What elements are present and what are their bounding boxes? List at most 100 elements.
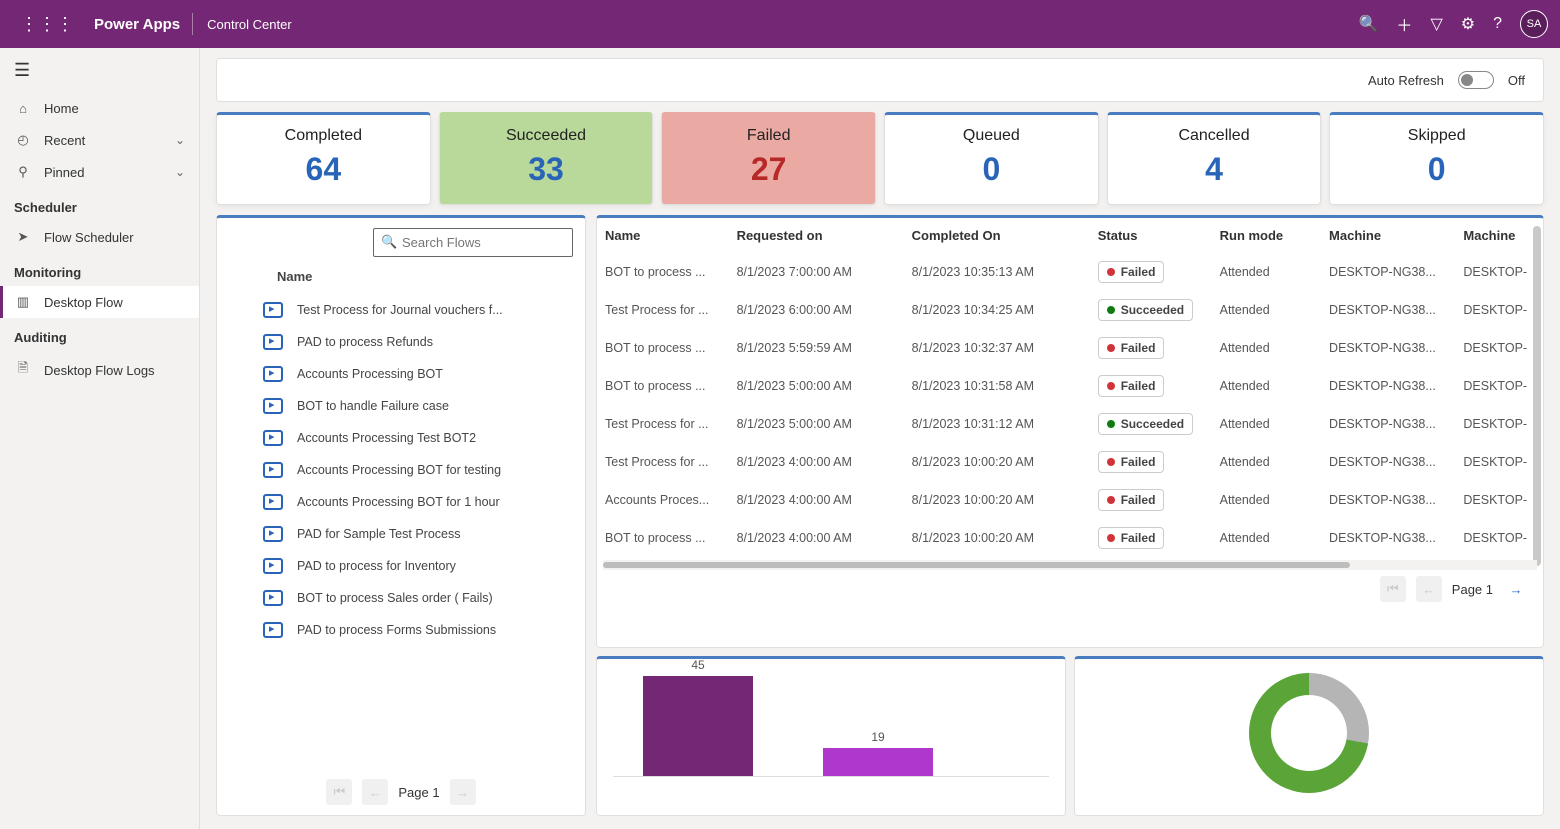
search-input[interactable] bbox=[373, 228, 573, 257]
app-name[interactable]: Power Apps bbox=[94, 16, 180, 33]
table-row[interactable]: BOT to process ...8/1/2023 5:59:59 AM8/1… bbox=[597, 329, 1543, 367]
kpi-skipped[interactable]: Skipped0 bbox=[1329, 112, 1544, 205]
cell-machine: DESKTOP-NG38... bbox=[1321, 291, 1455, 329]
hamburger-icon[interactable]: ☰ bbox=[0, 48, 199, 93]
help-icon[interactable]: ? bbox=[1493, 15, 1502, 33]
kpi-succeeded[interactable]: Succeeded33 bbox=[439, 112, 654, 205]
table-row[interactable]: Test Process for ...8/1/2023 5:00:00 AM8… bbox=[597, 405, 1543, 443]
cell-machine: DESKTOP-NG38... bbox=[1321, 367, 1455, 405]
status-badge: Succeeded bbox=[1098, 413, 1193, 435]
auto-refresh-bar: Auto Refresh Off bbox=[216, 58, 1544, 102]
cell-completed: 8/1/2023 10:32:37 AM bbox=[904, 329, 1090, 367]
cell-status: Failed bbox=[1090, 443, 1212, 481]
cell-completed: 8/1/2023 10:00:20 AM bbox=[904, 519, 1090, 557]
kpi-failed[interactable]: Failed27 bbox=[661, 112, 876, 205]
status-badge: Failed bbox=[1098, 489, 1165, 511]
kpi-value: 33 bbox=[440, 151, 653, 188]
flow-row[interactable]: Test Process for Journal vouchers f... bbox=[257, 294, 573, 326]
nav-section-auditing: Auditing bbox=[0, 318, 199, 351]
runs-table-card: NameRequested onCompleted OnStatusRun mo… bbox=[596, 215, 1544, 648]
cell-requested: 8/1/2023 5:00:00 AM bbox=[729, 405, 904, 443]
nav-item-home[interactable]: ⌂Home bbox=[0, 93, 199, 124]
flows-header: Name bbox=[217, 263, 585, 290]
col-name[interactable]: Name bbox=[597, 218, 729, 253]
nav-icon: ➤ bbox=[14, 229, 32, 245]
bar-1 bbox=[643, 676, 753, 776]
flow-row[interactable]: Accounts Processing BOT for 1 hour bbox=[257, 486, 573, 518]
table-row[interactable]: BOT to process ...8/1/2023 4:00:00 AM8/1… bbox=[597, 519, 1543, 557]
settings-icon[interactable]: ⚙ bbox=[1461, 14, 1475, 34]
flow-row[interactable]: Accounts Processing Test BOT2 bbox=[257, 422, 573, 454]
cell-name: Accounts Proces... bbox=[597, 481, 729, 519]
flow-row[interactable]: BOT to process Sales order ( Fails) bbox=[257, 582, 573, 614]
col-run-mode[interactable]: Run mode bbox=[1212, 218, 1321, 253]
table-row[interactable]: Test Process for ...8/1/2023 4:00:00 AM8… bbox=[597, 443, 1543, 481]
nav-icon: ◴ bbox=[14, 132, 32, 148]
kpi-row: Completed64Succeeded33Failed27Queued0Can… bbox=[216, 112, 1544, 205]
nav-label: Home bbox=[44, 101, 79, 116]
nav-item-flow-scheduler[interactable]: ➤Flow Scheduler bbox=[0, 221, 199, 253]
flow-name: Accounts Processing BOT for testing bbox=[297, 463, 501, 477]
cell-machine2: DESKTOP- bbox=[1455, 329, 1543, 367]
col-machine[interactable]: Machine bbox=[1321, 218, 1455, 253]
add-icon[interactable]: ＋ bbox=[1396, 12, 1412, 36]
cell-machine: DESKTOP-NG38... bbox=[1321, 481, 1455, 519]
nav-icon: ⚲ bbox=[14, 164, 32, 180]
nav-item-pinned[interactable]: ⚲Pinned⌄ bbox=[0, 156, 199, 188]
first-page-button[interactable]: ⏮ bbox=[326, 779, 352, 805]
prev-page-button[interactable]: ← bbox=[362, 779, 388, 805]
next-page-button[interactable]: → bbox=[450, 779, 476, 805]
auto-refresh-label: Auto Refresh bbox=[1368, 73, 1444, 88]
cell-completed: 8/1/2023 10:31:12 AM bbox=[904, 405, 1090, 443]
kpi-completed[interactable]: Completed64 bbox=[216, 112, 431, 205]
avatar[interactable]: SA bbox=[1520, 10, 1548, 38]
flow-list[interactable]: Test Process for Journal vouchers f... PA… bbox=[217, 290, 585, 769]
status-dot-icon bbox=[1107, 382, 1115, 390]
status-badge: Failed bbox=[1098, 375, 1165, 397]
prev-page-button[interactable]: ← bbox=[1416, 576, 1442, 602]
cell-runmode: Attended bbox=[1212, 481, 1321, 519]
cell-completed: 8/1/2023 10:35:13 AM bbox=[904, 253, 1090, 291]
search-icon[interactable]: 🔍 bbox=[1359, 14, 1379, 34]
table-row[interactable]: Test Process for ...8/1/2023 6:00:00 AM8… bbox=[597, 291, 1543, 329]
flow-row[interactable]: PAD to process for Inventory bbox=[257, 550, 573, 582]
cell-machine2: DESKTOP- bbox=[1455, 253, 1543, 291]
horizontal-scrollbar[interactable] bbox=[603, 560, 1537, 570]
status-dot-icon bbox=[1107, 496, 1115, 504]
flow-row[interactable]: Accounts Processing BOT bbox=[257, 358, 573, 390]
cell-machine: DESKTOP-NG38... bbox=[1321, 253, 1455, 291]
page-title: Control Center bbox=[207, 17, 292, 32]
nav-item-desktop-flow-logs[interactable]: 🗎Desktop Flow Logs bbox=[0, 351, 199, 389]
flow-name: Test Process for Journal vouchers f... bbox=[297, 303, 503, 317]
flow-name: PAD to process Refunds bbox=[297, 335, 433, 349]
col-requested-on[interactable]: Requested on bbox=[729, 218, 904, 253]
table-row[interactable]: BOT to process ...8/1/2023 5:00:00 AM8/1… bbox=[597, 367, 1543, 405]
kpi-cancelled[interactable]: Cancelled4 bbox=[1107, 112, 1322, 205]
nav-item-recent[interactable]: ◴Recent⌄ bbox=[0, 124, 199, 156]
filter-icon[interactable]: ▽ bbox=[1430, 14, 1442, 34]
col-machine[interactable]: Machine bbox=[1455, 218, 1543, 253]
waffle-icon[interactable]: ⋮⋮⋮ bbox=[12, 14, 82, 35]
auto-refresh-toggle[interactable] bbox=[1458, 71, 1494, 89]
col-status[interactable]: Status bbox=[1090, 218, 1212, 253]
runs-table: NameRequested onCompleted OnStatusRun mo… bbox=[597, 218, 1543, 557]
table-row[interactable]: Accounts Proces...8/1/2023 4:00:00 AM8/1… bbox=[597, 481, 1543, 519]
cell-runmode: Attended bbox=[1212, 519, 1321, 557]
flow-row[interactable]: PAD for Sample Test Process bbox=[257, 518, 573, 550]
cell-requested: 8/1/2023 4:00:00 AM bbox=[729, 519, 904, 557]
kpi-queued[interactable]: Queued0 bbox=[884, 112, 1099, 205]
cell-name: Test Process for ... bbox=[597, 443, 729, 481]
flow-row[interactable]: PAD to process Refunds bbox=[257, 326, 573, 358]
next-page-button[interactable]: → bbox=[1503, 576, 1529, 602]
flow-row[interactable]: Accounts Processing BOT for testing bbox=[257, 454, 573, 486]
nav-item-desktop-flow[interactable]: ▥Desktop Flow bbox=[0, 286, 199, 318]
first-page-button[interactable]: ⏮ bbox=[1380, 576, 1406, 602]
col-completed-on[interactable]: Completed On bbox=[904, 218, 1090, 253]
flow-row[interactable]: PAD to process Forms Submissions bbox=[257, 614, 573, 646]
cell-machine: DESKTOP-NG38... bbox=[1321, 443, 1455, 481]
vertical-scrollbar[interactable] bbox=[1533, 226, 1541, 566]
table-row[interactable]: BOT to process ...8/1/2023 7:00:00 AM8/1… bbox=[597, 253, 1543, 291]
flow-row[interactable]: BOT to handle Failure case bbox=[257, 390, 573, 422]
cell-machine: DESKTOP-NG38... bbox=[1321, 329, 1455, 367]
table-pager: ⏮ ← Page 1 → bbox=[597, 570, 1543, 608]
